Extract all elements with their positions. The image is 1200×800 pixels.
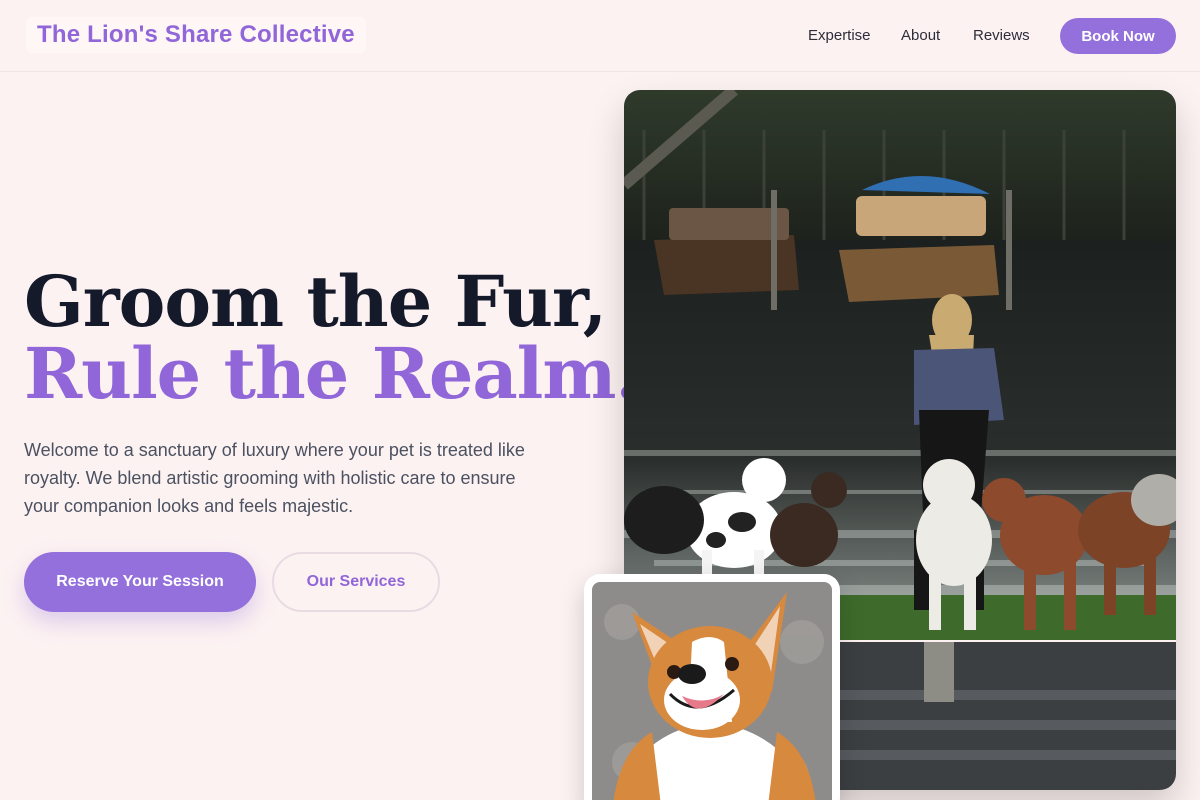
nav-link-about[interactable]: About (901, 27, 940, 44)
brand-logo[interactable]: The Lion's Share Collective (26, 17, 366, 53)
nav-link-reviews[interactable]: Reviews (973, 27, 1030, 44)
hero-headline: Groom the Fur, Rule the Realm. (24, 260, 640, 415)
our-services-button[interactable]: Our Services (272, 552, 440, 612)
hero-description: Welcome to a sanctuary of luxury where y… (24, 440, 525, 516)
book-now-button[interactable]: Book Now (1060, 18, 1176, 54)
hero-inset-photo (584, 574, 840, 800)
headline-line-1: Groom the Fur, (24, 260, 607, 343)
headline-line-2: Rule the Realm. (24, 332, 640, 415)
site-header: The Lion's Share Collective Expertise Ab… (0, 0, 1200, 72)
reserve-session-button[interactable]: Reserve Your Session (24, 552, 256, 612)
inset-photo-frame (592, 582, 832, 800)
nav-link-expertise[interactable]: Expertise (808, 27, 871, 44)
